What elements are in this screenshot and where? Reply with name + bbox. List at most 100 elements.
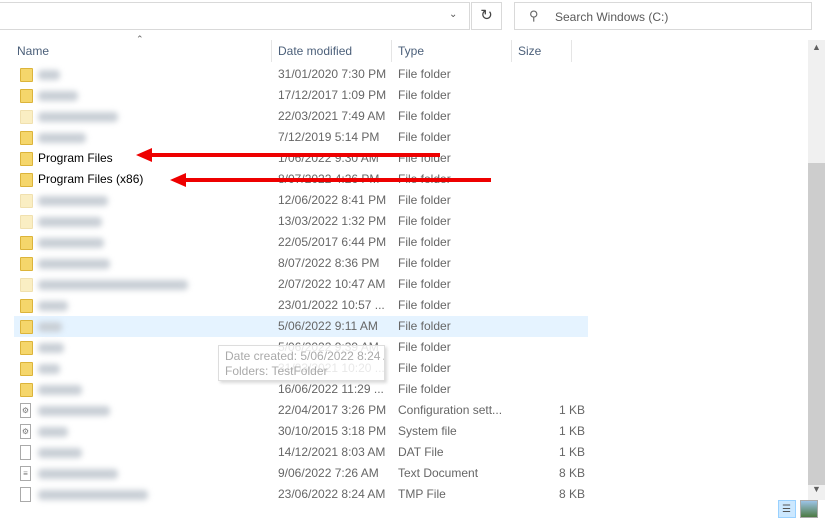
file-list-row[interactable]: ⚙ 22/04/2017 3:26 PM Configuration sett...…	[14, 400, 588, 421]
file-list-row[interactable]: 17/12/2017 1:09 PM File folder	[14, 85, 588, 106]
blurred-file-name	[38, 343, 64, 353]
file-type: File folder	[398, 235, 451, 249]
date-modified: 17/12/2017 1:09 PM	[278, 88, 387, 102]
file-list-row[interactable]: 31/01/2020 7:30 PM File folder	[14, 64, 588, 85]
large-icons-view-button[interactable]	[800, 500, 818, 518]
tooltip-folders: Folders: TestFolder	[225, 364, 328, 378]
search-icon: ⚲	[529, 8, 539, 23]
blurred-file-name	[38, 301, 68, 311]
date-modified: 7/12/2019 5:14 PM	[278, 130, 380, 144]
search-placeholder: Search Windows (C:)	[555, 10, 669, 24]
file-list-row[interactable]: 22/05/2017 6:44 PM File folder	[14, 232, 588, 253]
folder-icon	[20, 215, 33, 229]
folder-icon	[20, 299, 33, 313]
folder-icon	[20, 131, 33, 145]
folder-icon	[20, 341, 33, 355]
file-list-row[interactable]: 23/06/2022 8:24 AM TMP File 8 KB	[14, 484, 588, 505]
vertical-scrollbar[interactable]: ▲ ▼	[808, 40, 825, 500]
folder-icon	[20, 257, 33, 271]
file-type: File folder	[398, 382, 451, 396]
file-list-row[interactable]: 2/07/2022 10:47 AM File folder	[14, 274, 588, 295]
file-list-row[interactable]: 22/03/2021 7:49 AM File folder	[14, 106, 588, 127]
date-modified: 22/03/2021 7:49 AM	[278, 109, 386, 123]
file-list-row[interactable]: Program Files 1/06/2022 9:30 AM File folde…	[14, 148, 588, 169]
date-modified: 14/12/2021 8:03 AM	[278, 445, 386, 459]
folder-icon	[20, 152, 33, 166]
file-type: File folder	[398, 298, 451, 312]
details-view-button[interactable]: ☰	[778, 500, 796, 518]
file-list-row[interactable]: 8/07/2022 8:36 PM File folder	[14, 253, 588, 274]
file-list-row[interactable]: ⚙ 30/10/2015 3:18 PM System file 1 KB	[14, 421, 588, 442]
blurred-file-name	[38, 70, 60, 80]
address-bar[interactable]	[0, 2, 470, 30]
file-list-row[interactable]: 13/03/2022 1:32 PM File folder	[14, 211, 588, 232]
folder-icon	[20, 110, 33, 124]
file-type: File folder	[398, 130, 451, 144]
blurred-file-name	[38, 448, 82, 458]
file-name: Program Files	[38, 151, 113, 165]
folder-icon	[20, 89, 33, 103]
date-modified: 13/03/2022 1:32 PM	[278, 214, 387, 228]
file-list-row[interactable]: 5/06/2022 9:11 AM File folder	[14, 316, 588, 337]
blurred-file-name	[38, 280, 188, 290]
date-modified: 16/06/2022 11:29 ...	[278, 382, 384, 396]
column-header-name[interactable]: Name	[11, 40, 272, 62]
file-size: 8 KB	[558, 487, 585, 501]
blurred-file-name	[38, 406, 110, 416]
file-size: 8 KB	[558, 466, 585, 480]
date-modified: 2/07/2022 10:47 AM	[278, 277, 386, 291]
tooltip-date-created: Date created: 5/06/2022 8:24 AM	[225, 349, 385, 363]
blurred-file-name	[38, 112, 118, 122]
file-type: File folder	[398, 277, 451, 291]
scroll-down-arrow-icon[interactable]: ▼	[812, 484, 821, 494]
search-input[interactable]: ⚲ Search Windows (C:)	[514, 2, 812, 30]
date-modified: 30/10/2015 3:18 PM	[278, 424, 387, 438]
blurred-file-name	[38, 385, 82, 395]
file-type: File folder	[398, 67, 451, 81]
file-size: 1 KB	[558, 445, 585, 459]
refresh-button[interactable]: ↻	[471, 2, 502, 30]
text-file-icon: ≡	[20, 466, 31, 481]
file-icon	[20, 445, 31, 460]
blurred-file-name	[38, 217, 102, 227]
scrollbar-thumb[interactable]	[808, 163, 825, 485]
file-type: File folder	[398, 256, 451, 270]
column-header-date[interactable]: Date modified	[272, 40, 392, 62]
refresh-icon: ↻	[480, 7, 493, 24]
date-modified: 22/04/2017 3:26 PM	[278, 403, 387, 417]
file-type: File folder	[398, 214, 451, 228]
file-type: DAT File	[398, 445, 444, 459]
file-list-row[interactable]: 14/12/2021 8:03 AM DAT File 1 KB	[14, 442, 588, 463]
file-icon	[20, 487, 31, 502]
scroll-up-arrow-icon[interactable]: ▲	[812, 42, 821, 52]
config-file-icon: ⚙	[20, 403, 31, 418]
blurred-file-name	[38, 133, 86, 143]
tooltip: Date created: 5/06/2022 8:24 AM Folders:…	[218, 345, 385, 381]
folder-icon	[20, 194, 33, 208]
date-modified: 31/01/2020 7:30 PM	[278, 67, 387, 81]
file-type: File folder	[398, 340, 451, 354]
chevron-down-icon[interactable]: ⌄	[449, 9, 457, 20]
blurred-file-name	[38, 364, 60, 374]
folder-icon	[20, 278, 33, 292]
file-list-row[interactable]: ≡ 9/06/2022 7:26 AM Text Document 8 KB	[14, 463, 588, 484]
folder-icon	[20, 320, 33, 334]
file-type: File folder	[398, 319, 451, 333]
file-list-row[interactable]: 12/06/2022 8:41 PM File folder	[14, 190, 588, 211]
file-list-row[interactable]: 16/06/2022 11:29 ... File folder	[14, 379, 588, 400]
blurred-file-name	[38, 91, 78, 101]
system-file-icon: ⚙	[20, 424, 31, 439]
file-type: Text Document	[398, 466, 479, 480]
file-size: 1 KB	[558, 424, 585, 438]
file-list-row[interactable]: 7/12/2019 5:14 PM File folder	[14, 127, 588, 148]
folder-icon	[20, 362, 33, 376]
column-header-type[interactable]: Type	[392, 40, 512, 62]
blurred-file-name	[38, 238, 104, 248]
file-size: 1 KB	[558, 403, 585, 417]
file-list-row[interactable]: 23/01/2022 10:57 ... File folder	[14, 295, 588, 316]
date-modified: 23/06/2022 8:24 AM	[278, 487, 386, 501]
folder-icon	[20, 383, 33, 397]
date-modified: 1/06/2022 9:30 AM	[278, 151, 379, 165]
date-modified: 9/06/2022 7:26 AM	[278, 466, 379, 480]
column-header-size[interactable]: Size	[512, 40, 572, 62]
